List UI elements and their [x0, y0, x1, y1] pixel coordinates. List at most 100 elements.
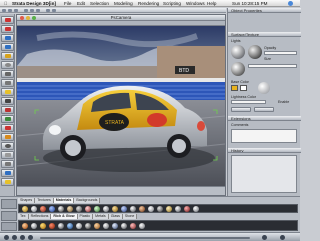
timeline-track[interactable] — [40, 237, 250, 239]
tab-reflections[interactable]: Reflections — [28, 214, 52, 219]
tab-plastic[interactable]: Plastic — [77, 214, 94, 219]
history-header[interactable]: History — [228, 148, 301, 153]
history-list[interactable] — [231, 155, 297, 193]
specular-swatch[interactable] — [240, 85, 247, 91]
material-swatch[interactable] — [112, 223, 118, 229]
text-tool[interactable] — [1, 106, 14, 114]
material-swatch[interactable] — [166, 206, 172, 212]
tab-textures[interactable]: Textures — [35, 198, 54, 203]
highlight-sphere[interactable] — [258, 82, 270, 94]
remove-button[interactable] — [254, 107, 274, 112]
material-swatch[interactable] — [184, 206, 190, 212]
material-swatch[interactable] — [31, 223, 37, 229]
material-swatch[interactable] — [40, 206, 46, 212]
cube-tool[interactable] — [1, 70, 14, 78]
toolbar-icon[interactable] — [30, 9, 34, 12]
material-sphere[interactable] — [248, 45, 262, 59]
material-swatch[interactable] — [22, 223, 28, 229]
material-swatch[interactable] — [157, 206, 163, 212]
opacity-field[interactable] — [264, 51, 297, 55]
move-tool[interactable] — [1, 25, 14, 33]
toolbar-icon[interactable] — [14, 9, 18, 12]
material-swatch[interactable] — [94, 206, 100, 212]
material-swatch[interactable] — [193, 206, 199, 212]
material-swatch[interactable] — [121, 206, 127, 212]
palette-mode-button[interactable] — [1, 199, 17, 209]
material-swatch[interactable] — [130, 223, 136, 229]
material-swatch[interactable] — [103, 206, 109, 212]
material-swatch[interactable] — [49, 223, 55, 229]
size-field[interactable] — [248, 64, 297, 68]
tab-metals[interactable]: Metals — [93, 214, 109, 219]
material-swatch[interactable] — [67, 206, 73, 212]
zoom-button[interactable] — [32, 16, 36, 20]
render-tool[interactable] — [1, 169, 14, 177]
app-menu[interactable]: Strata Design 3D[in] — [12, 0, 56, 6]
toolbar-icon[interactable] — [52, 9, 56, 12]
scale-tool[interactable] — [1, 43, 14, 51]
apply-button[interactable] — [231, 107, 251, 112]
tab-shapes[interactable]: Shapes — [18, 198, 36, 203]
menu-modeling[interactable]: Modeling — [114, 0, 133, 6]
texture-tool[interactable] — [1, 133, 14, 141]
base-color-swatch[interactable] — [231, 85, 238, 91]
material-swatch[interactable] — [67, 223, 73, 229]
options-icon[interactable] — [280, 235, 285, 240]
path-tool[interactable] — [1, 115, 14, 123]
material-swatch[interactable] — [94, 223, 100, 229]
toolbar-icon[interactable] — [36, 9, 40, 12]
material-swatch[interactable] — [31, 206, 37, 212]
material-swatch[interactable] — [103, 223, 109, 229]
surface-header[interactable]: Surface/Texture — [228, 32, 301, 37]
volume-icon[interactable] — [262, 235, 267, 240]
material-swatch[interactable] — [112, 206, 118, 212]
preview-sphere[interactable] — [231, 45, 245, 59]
palette-mode-button[interactable] — [1, 211, 17, 221]
material-swatch[interactable] — [58, 223, 64, 229]
shape-tool[interactable] — [1, 52, 14, 60]
tab-materials[interactable]: Materials — [53, 198, 75, 203]
menu-edit[interactable]: Edit — [77, 0, 85, 6]
camera-tool[interactable] — [1, 97, 14, 105]
toolbar-icon[interactable] — [24, 9, 28, 12]
material-swatch[interactable] — [85, 206, 91, 212]
select-tool[interactable] — [1, 16, 14, 24]
hand-tool[interactable] — [1, 151, 14, 159]
tab-stone[interactable]: Stone — [122, 214, 138, 219]
material-swatch[interactable] — [85, 223, 91, 229]
tab-backgrounds[interactable]: Backgrounds — [74, 198, 101, 203]
material-swatch[interactable] — [130, 206, 136, 212]
menu-selection[interactable]: Selection — [90, 0, 109, 6]
material-swatch[interactable] — [148, 206, 154, 212]
toolbar-icon[interactable] — [2, 9, 6, 12]
menu-scripting[interactable]: Scripting — [163, 0, 181, 6]
material-swatch[interactable] — [76, 206, 82, 212]
eyedropper-tool[interactable] — [1, 160, 14, 168]
close-button[interactable] — [20, 16, 24, 20]
toolbar-icon[interactable] — [46, 9, 50, 12]
material-swatch[interactable] — [22, 206, 28, 212]
rendered-scene[interactable]: BTD STRATA — [17, 26, 225, 186]
material-swatch[interactable] — [76, 223, 82, 229]
extensions-header[interactable]: Extensions — [228, 116, 301, 121]
tab-glass[interactable]: Glass — [108, 214, 123, 219]
play-icon[interactable] — [12, 235, 17, 240]
reflect-sphere[interactable] — [231, 62, 245, 76]
zoom-tool[interactable] — [1, 142, 14, 150]
rotate-tool[interactable] — [1, 34, 14, 42]
cylinder-tool[interactable] — [1, 79, 14, 87]
sphere-tool[interactable] — [1, 61, 14, 69]
panel-header[interactable]: Object Properties — [228, 8, 301, 13]
light-tool[interactable] — [1, 88, 14, 96]
palette-mode-button[interactable] — [1, 222, 17, 231]
minimize-button[interactable] — [26, 16, 30, 20]
material-swatch[interactable] — [58, 206, 64, 212]
apple-menu-icon[interactable]:  — [4, 0, 7, 6]
paint-tool[interactable] — [1, 124, 14, 132]
material-swatch[interactable] — [139, 223, 145, 229]
toolbar-icon[interactable] — [8, 9, 12, 12]
tab-tex[interactable]: Tex — [18, 214, 29, 219]
tab-rich-glow[interactable]: Rich & Glow — [51, 214, 78, 219]
menu-help[interactable]: Help — [207, 0, 216, 6]
material-swatch[interactable] — [139, 206, 145, 212]
